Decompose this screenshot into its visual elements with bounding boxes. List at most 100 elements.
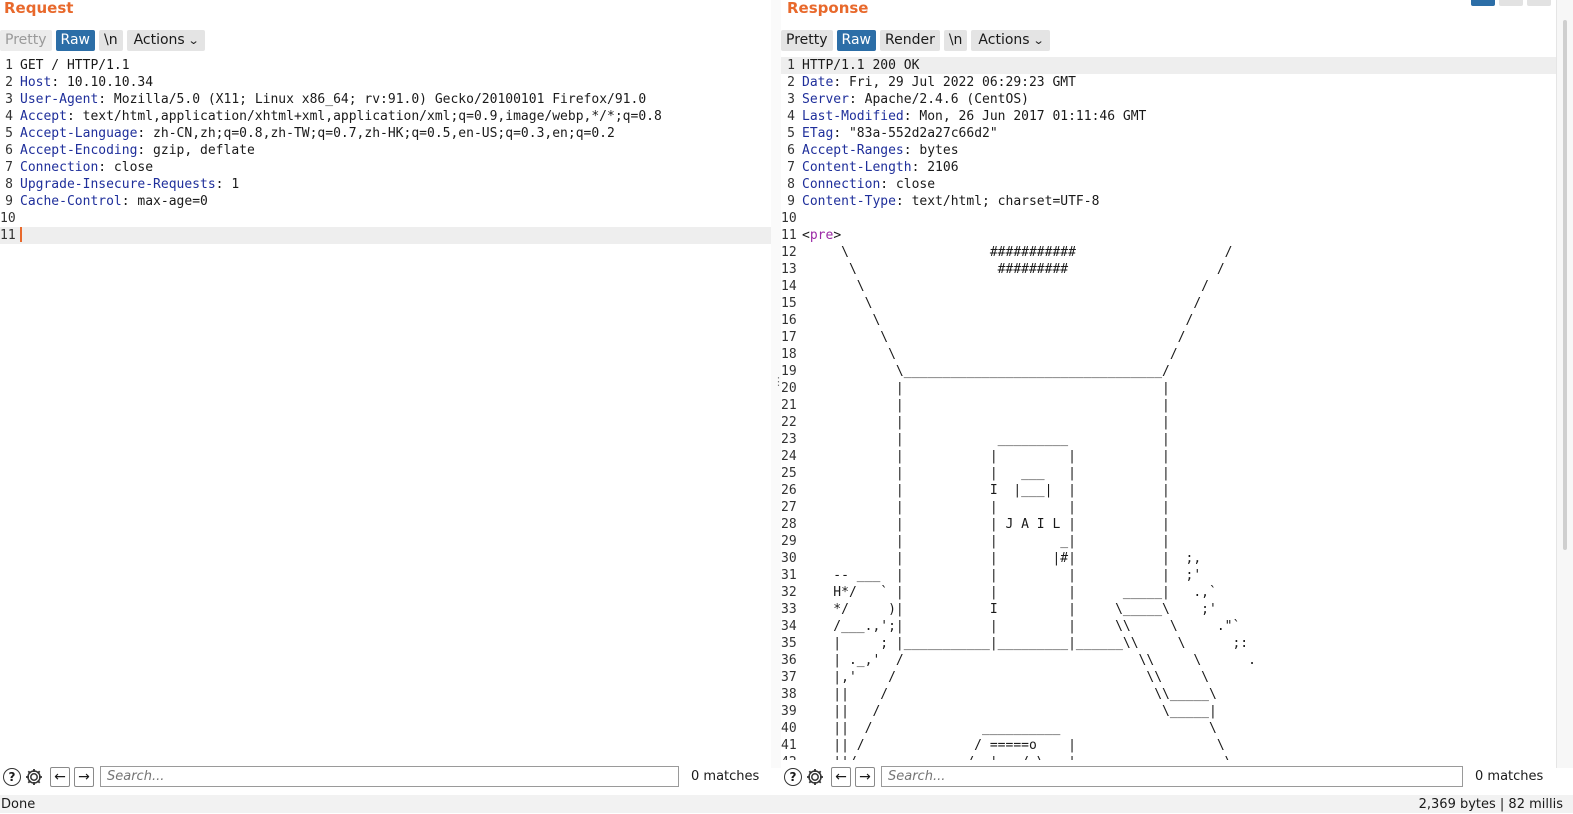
line-content: \ / [802, 312, 1193, 329]
code-line[interactable]: 11 <pre> [781, 227, 1556, 244]
next-match-button[interactable]: → [855, 766, 875, 787]
code-line[interactable]: 13 \ ######### / [781, 261, 1556, 278]
code-line[interactable]: 5 Accept-Language: zh-CN,zh;q=0.8,zh-TW;q… [0, 125, 771, 142]
code-line[interactable]: 39 || / \_____| [781, 703, 1556, 720]
code-line[interactable]: 35 | ; |___________|_________|______\\ \… [781, 635, 1556, 652]
code-line[interactable]: 11 [0, 227, 771, 244]
line-content: Connection: close [802, 176, 935, 193]
previous-match-button[interactable]: ← [50, 766, 70, 787]
request-editor[interactable]: 1 GET / HTTP/1.1 2 Host: 10.10.10.34 3 User-A… [0, 57, 771, 760]
code-line[interactable]: 42 ||/ / | /-\ | \ [781, 754, 1556, 760]
response-actions-menu[interactable]: Actions ⌄ [971, 29, 1050, 51]
code-line[interactable]: 26 | I |___| | | [781, 482, 1556, 499]
code-line[interactable]: 9 Cache-Control: max-age=0 [0, 193, 771, 210]
layout-side-by-side-button[interactable] [1471, 0, 1495, 6]
response-newline-toggle[interactable]: \n [943, 29, 968, 51]
code-line[interactable]: 7 Connection: close [0, 159, 771, 176]
next-match-button[interactable]: → [74, 766, 94, 787]
code-line[interactable]: 33 */ )| I | \_____\ ;' [781, 601, 1556, 618]
scrollbar-thumb[interactable] [1563, 20, 1567, 550]
code-line[interactable]: 41 || / / =====o | \ [781, 737, 1556, 754]
response-raw-button[interactable]: Raw [836, 29, 876, 51]
line-text: || / __________ \ [802, 721, 1217, 736]
code-line[interactable]: 34 /___.,';| | | \\ \ ."` [781, 618, 1556, 635]
code-line[interactable]: 4 Last-Modified: Mon, 26 Jun 2017 01:11:4… [781, 108, 1556, 125]
arrow-right-icon: → [855, 766, 875, 787]
code-line[interactable]: 28 | | J A I L | | [781, 516, 1556, 533]
code-line[interactable]: 32 H*/ ` | | | _____| .,` [781, 584, 1556, 601]
line-number: 31 [781, 568, 797, 583]
request-actions-menu[interactable]: Actions ⌄ [126, 29, 205, 51]
code-line[interactable]: 4 Accept: text/html,application/xhtml+xml… [0, 108, 771, 125]
settings-button[interactable] [805, 767, 825, 787]
code-line[interactable]: 7 Content-Length: 2106 [781, 159, 1556, 176]
header-name: Accept-Encoding [20, 143, 138, 158]
line-number: 11 [0, 228, 16, 243]
line-text: | | J A I L | | [802, 517, 1170, 532]
code-line[interactable]: 25 | | ___ | | [781, 465, 1556, 482]
request-search-input[interactable] [100, 766, 679, 787]
settings-button[interactable] [24, 767, 44, 787]
code-line[interactable]: 16 \ / [781, 312, 1556, 329]
code-line[interactable]: 1 HTTP/1.1 200 OK [781, 57, 1556, 74]
code-line[interactable]: 1 GET / HTTP/1.1 [0, 57, 771, 74]
code-line[interactable]: 22 | | [781, 414, 1556, 431]
code-line[interactable]: 38 || / \\_____\ [781, 686, 1556, 703]
code-line[interactable]: 5 ETag: "83a-552d2a27c66d2" [781, 125, 1556, 142]
request-raw-button[interactable]: Raw [55, 29, 95, 51]
line-content: \_________________________________/ [802, 363, 1170, 380]
request-newline-toggle[interactable]: \n [98, 29, 123, 51]
help-button[interactable]: ? [783, 767, 803, 787]
layout-tabs-button[interactable] [1527, 0, 1551, 6]
request-pretty-button[interactable]: Pretty [0, 29, 52, 51]
code-line[interactable]: 20 | | [781, 380, 1556, 397]
code-line[interactable]: 18 \ / [781, 346, 1556, 363]
line-text: | I |___| | | [802, 483, 1170, 498]
layout-stacked-button[interactable] [1499, 0, 1523, 6]
code-line[interactable]: 19 \_________________________________/ [781, 363, 1556, 380]
code-line[interactable]: 12 \ ########### / [781, 244, 1556, 261]
code-line[interactable]: 3 Server: Apache/2.4.6 (CentOS) [781, 91, 1556, 108]
code-line[interactable]: 14 \ / [781, 278, 1556, 295]
line-text: || / \\_____\ [802, 687, 1217, 702]
code-line[interactable]: 23 | _________ | [781, 431, 1556, 448]
header-name: Accept [20, 109, 67, 124]
code-line[interactable]: 6 Accept-Encoding: gzip, deflate [0, 142, 771, 159]
line-text: : text/html; charset=UTF-8 [895, 194, 1100, 209]
response-scrollbar[interactable] [1556, 0, 1573, 768]
code-line[interactable]: 36 | ._,' / \\ \ . [781, 652, 1556, 669]
response-pretty-button[interactable]: Pretty [781, 29, 833, 51]
header-name: ETag [802, 126, 834, 141]
line-number: 28 [781, 517, 797, 532]
code-line[interactable]: 8 Connection: close [781, 176, 1556, 193]
code-line[interactable]: 15 \ / [781, 295, 1556, 312]
pane-splitter[interactable]: ⋮ [771, 0, 784, 768]
code-line[interactable]: 2 Host: 10.10.10.34 [0, 74, 771, 91]
code-line[interactable]: 21 | | [781, 397, 1556, 414]
response-editor[interactable]: 1 HTTP/1.1 200 OK 2 Date: Fri, 29 Jul 2022 … [781, 57, 1556, 760]
code-line[interactable]: 29 | | _| | [781, 533, 1556, 550]
code-line[interactable]: 3 User-Agent: Mozilla/5.0 (X11; Linux x86… [0, 91, 771, 108]
line-number: 8 [5, 177, 13, 192]
line-number: 12 [781, 245, 797, 260]
code-line[interactable]: 10 [781, 210, 1556, 227]
code-line[interactable]: 2 Date: Fri, 29 Jul 2022 06:29:23 GMT [781, 74, 1556, 91]
code-line[interactable]: 37 |,' / \\ \ [781, 669, 1556, 686]
code-line[interactable]: 40 || / __________ \ [781, 720, 1556, 737]
code-line[interactable]: 10 [0, 210, 771, 227]
help-icon: ? [3, 767, 21, 786]
code-line[interactable]: 9 Content-Type: text/html; charset=UTF-8 [781, 193, 1556, 210]
response-render-button[interactable]: Render [879, 29, 940, 51]
code-line[interactable]: 31 -- ___ | | | | ;' [781, 567, 1556, 584]
help-button[interactable]: ? [2, 767, 22, 787]
previous-match-button[interactable]: ← [831, 766, 851, 787]
code-line[interactable]: 6 Accept-Ranges: bytes [781, 142, 1556, 159]
line-number: 21 [781, 398, 797, 413]
code-line[interactable]: 17 \ / [781, 329, 1556, 346]
response-toolbar: Pretty Raw Render \n Actions ⌄ [781, 29, 1054, 51]
code-line[interactable]: 24 | | | | [781, 448, 1556, 465]
code-line[interactable]: 27 | | | | [781, 499, 1556, 516]
code-line[interactable]: 8 Upgrade-Insecure-Requests: 1 [0, 176, 771, 193]
code-line[interactable]: 30 | | |#| | ;, [781, 550, 1556, 567]
response-search-input[interactable] [881, 766, 1463, 787]
